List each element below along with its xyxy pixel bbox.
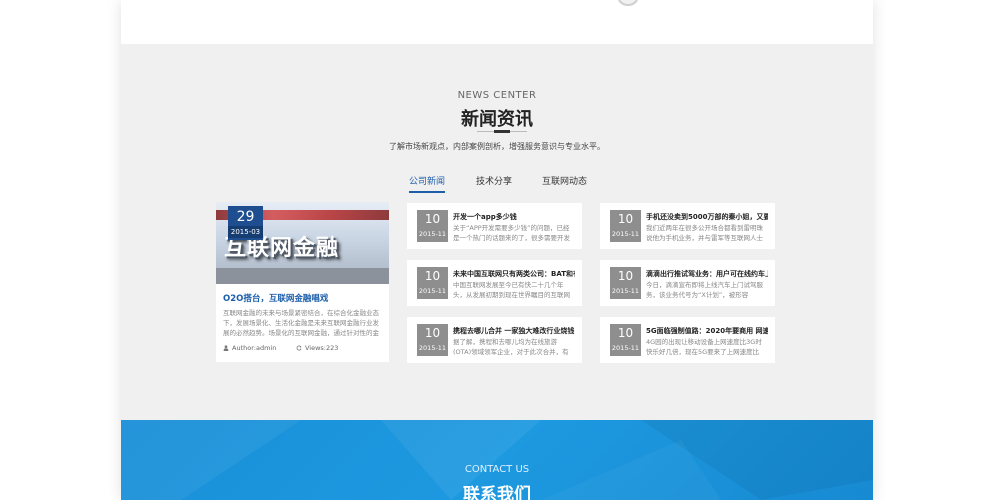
- user-icon: [223, 345, 229, 351]
- date-badge: 10 2015-11: [610, 210, 641, 242]
- card-title[interactable]: 手机还没卖到5000万部的秦小姐，又要...: [646, 212, 768, 222]
- news-cn-title: 新闻资讯: [461, 109, 533, 130]
- featured-image[interactable]: 互联网金融 29 2015-03: [216, 202, 389, 284]
- card-excerpt: 今日，滴滴宣布即将上线汽车上门试驾服务，该业务代号为“X计划”，被形容: [646, 281, 763, 299]
- tab-internet-news[interactable]: 互联网动态: [542, 174, 587, 191]
- featured-news[interactable]: 互联网金融 29 2015-03 O2O搭台，互联网金融唱戏 互联网金融的未来与…: [216, 202, 389, 362]
- author-meta: Author:admin: [223, 344, 276, 352]
- card-day: 10: [424, 269, 441, 283]
- circle-icon: [617, 0, 639, 6]
- news-card[interactable]: 10 2015-11 未来中国互联网只有两类公司：BAT和有... 中国互联网发…: [407, 260, 582, 306]
- featured-day: 29: [236, 209, 255, 225]
- contact-en-title: CONTACT US: [464, 464, 530, 475]
- views-meta: Views:223: [296, 344, 338, 352]
- featured-desc: 互联网金融的未来与场景紧密结合，在综合化金融业态下，发展场景化、生活化金融是未来…: [223, 309, 379, 337]
- date-badge: 10 2015-11: [417, 267, 448, 299]
- refresh-icon: [296, 345, 302, 351]
- card-day: 10: [617, 269, 634, 283]
- date-badge: 10 2015-11: [610, 324, 641, 356]
- contact-section: CONTACT US 联系我们: [121, 420, 873, 500]
- featured-meta: Author:admin Views:223: [223, 344, 385, 354]
- news-card[interactable]: 10 2015-11 5G面临强制值路：2020年要商用 网速为... 4G园的…: [600, 317, 775, 363]
- card-title[interactable]: 开发一个app多少钱: [453, 212, 575, 222]
- card-day: 10: [617, 326, 634, 340]
- top-section: [121, 0, 873, 44]
- news-card[interactable]: 10 2015-11 携程去哪儿合并 一家独大难改行业烧钱... 据了解，携程和…: [407, 317, 582, 363]
- title-divider: [477, 130, 527, 133]
- card-title[interactable]: 5G面临强制值路：2020年要商用 网速为...: [646, 326, 768, 336]
- card-day: 10: [424, 326, 441, 340]
- tab-tech-share[interactable]: 技术分享: [476, 174, 512, 191]
- date-badge: 10 2015-11: [610, 267, 641, 299]
- date-badge: 10 2015-11: [417, 210, 448, 242]
- tab-company-news[interactable]: 公司新闻: [409, 174, 446, 193]
- news-en-title: NEWS CENTER: [457, 90, 537, 101]
- card-excerpt: 中国互联网发展至今已有快二十几个年头，从发展初期到现在世界瞩目的互联网大: [453, 281, 570, 299]
- card-month: 2015-11: [611, 230, 640, 238]
- featured-date-badge: 29 2015-03: [228, 206, 263, 240]
- featured-month: 2015-03: [228, 226, 263, 238]
- card-month: 2015-11: [611, 344, 640, 352]
- card-day: 10: [424, 212, 441, 226]
- card-month: 2015-11: [611, 287, 640, 295]
- news-card[interactable]: 10 2015-11 滴滴出行推试驾业务：用户可在线约车上... 今日，滴滴宣布…: [600, 260, 775, 306]
- author-text: Author:admin: [232, 344, 277, 352]
- content-container: NEWS CENTER 新闻资讯 了解市场新观点，内部案例剖析，增强服务意识与专…: [121, 0, 873, 500]
- card-excerpt: 我们近两年在很多公开场合都看到雷明珠说他为手机业务，并与雷军等互联网人士: [646, 224, 763, 242]
- card-title[interactable]: 携程去哪儿合并 一家独大难改行业烧钱...: [453, 326, 575, 336]
- card-day: 10: [617, 212, 634, 226]
- page: NEWS CENTER 新闻资讯 了解市场新观点，内部案例剖析，增强服务意识与专…: [0, 0, 1000, 500]
- views-text: Views:223: [305, 344, 339, 352]
- card-excerpt: 据了解，携程和去哪儿均为在线旅游(OTA)领域领军企业，对于此次合并，有分: [453, 338, 569, 356]
- date-badge: 10 2015-11: [417, 324, 448, 356]
- news-card[interactable]: 10 2015-11 手机还没卖到5000万部的秦小姐，又要... 我们近两年在…: [600, 203, 775, 249]
- card-excerpt: 4G园的出现让移动设备上网速度比3G时快乐好几倍，现在5G要来了上网速度比4G: [646, 338, 762, 356]
- news-card[interactable]: 10 2015-11 开发一个app多少钱 关于“APP开发需要多少钱”的问题，…: [407, 203, 582, 249]
- card-title[interactable]: 未来中国互联网只有两类公司：BAT和有...: [453, 269, 575, 279]
- news-tabs: 公司新闻 技术分享 互联网动态: [121, 174, 873, 194]
- card-month: 2015-11: [418, 230, 447, 238]
- card-excerpt: 关于“APP开发需要多少钱”的问题，已经是一个热门的话题来的了，很多需要开发: [453, 224, 570, 242]
- card-month: 2015-11: [418, 344, 447, 352]
- news-subtitle: 了解市场新观点，内部案例剖析，增强服务意识与专业水平。: [389, 142, 605, 151]
- contact-cn-title: 联系我们: [463, 485, 531, 500]
- featured-title[interactable]: O2O搭台，互联网金融唱戏: [223, 292, 328, 304]
- news-section: NEWS CENTER 新闻资讯 了解市场新观点，内部案例剖析，增强服务意识与专…: [121, 44, 873, 420]
- card-month: 2015-11: [418, 287, 447, 295]
- card-title[interactable]: 滴滴出行推试驾业务：用户可在线约车上...: [646, 269, 768, 279]
